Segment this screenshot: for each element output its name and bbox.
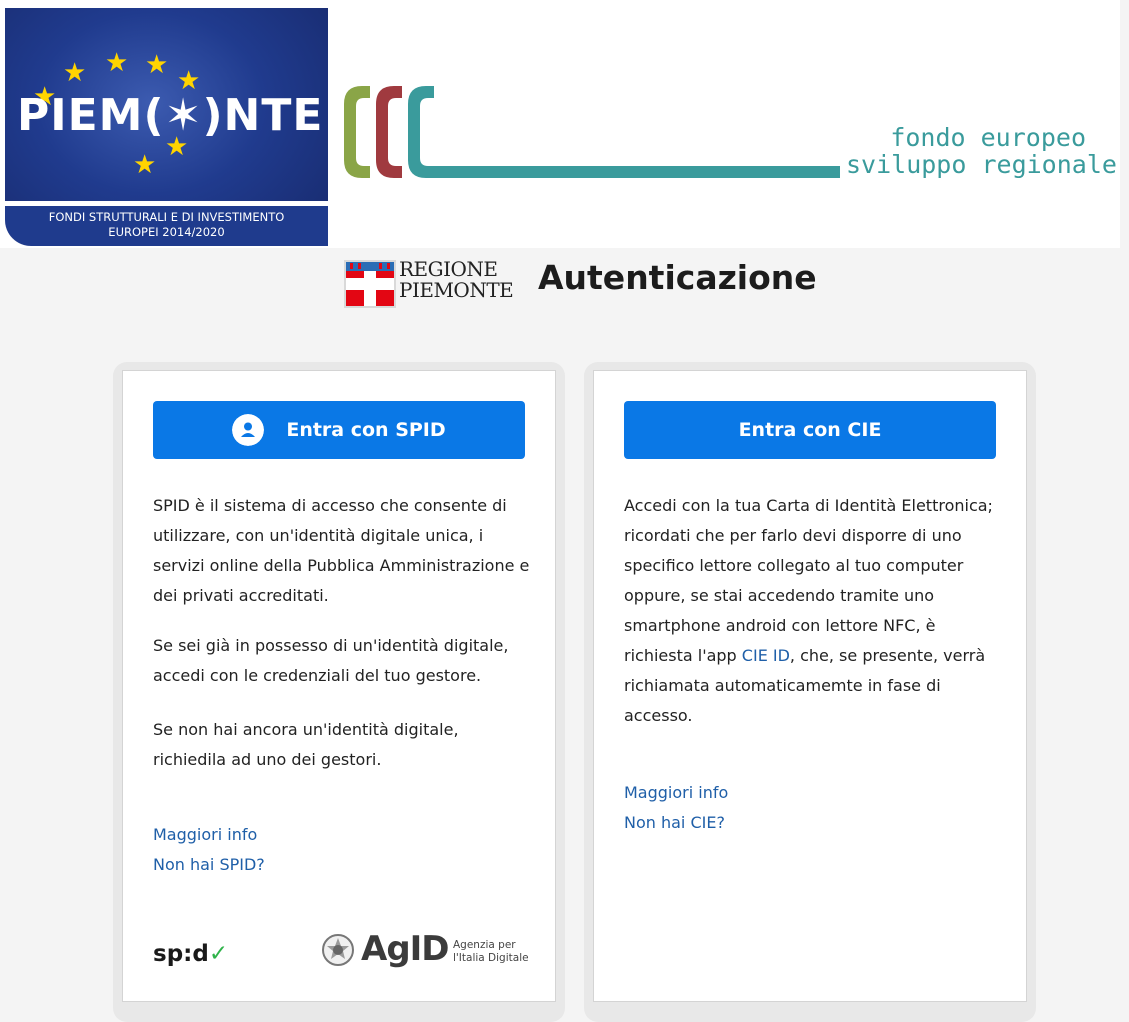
fondi-strutturali-caption: FONDI STRUTTURALI E DI INVESTIMENTO EURO… <box>5 206 328 246</box>
fesr-caption: fondo europeo sviluppo regionale <box>846 123 1117 179</box>
no-cie-link[interactable]: Non hai CIE? <box>624 813 725 832</box>
agid-caption: Agenzia per l'Italia Digitale <box>453 939 529 964</box>
spid-check-icon: ✓ <box>208 941 229 967</box>
banner: ★ ★ ★ ★ ★ ★ ★ PIEM(✶)NTE FONDI STRUTTURA… <box>0 0 1120 248</box>
spid-existing-identity-text: Se sei già in possesso di un'identità di… <box>153 636 509 685</box>
agid-wordmark: AgID <box>361 929 450 969</box>
spid-login-button[interactable]: Entra con SPID <box>153 401 525 459</box>
eu-star-icon: ★ <box>145 50 169 80</box>
piemonte-wordmark: PIEM(✶)NTE <box>17 90 324 141</box>
spid-description: SPID è il sistema di accesso che consent… <box>153 496 530 605</box>
regione-piemonte-logo: REGIONE PIEMONTE <box>344 257 514 310</box>
piemonte-fondi-strutturali-logo: ★ ★ ★ ★ ★ ★ ★ PIEM(✶)NTE FONDI STRUTTURA… <box>5 8 328 246</box>
cie-login-label: Entra con CIE <box>738 419 882 441</box>
eu-star-icon: ★ <box>63 58 87 88</box>
cie-login-button[interactable]: Entra con CIE <box>624 401 996 459</box>
page-title: Autenticazione <box>538 258 817 297</box>
agid-logo: AgID Agenzia per l'Italia Digitale <box>321 927 531 973</box>
no-spid-link[interactable]: Non hai SPID? <box>153 855 265 874</box>
eu-star-icon: ★ <box>133 150 157 180</box>
cie-id-app-link[interactable]: CIE ID <box>742 646 790 665</box>
piemonte-flag-icon <box>344 260 396 308</box>
user-icon <box>232 414 265 446</box>
regione-wordmark: REGIONE PIEMONTE <box>399 257 514 302</box>
spid-login-label: Entra con SPID <box>286 419 446 441</box>
spid-card: Entra con SPID SPID è il sistema di acce… <box>122 370 556 1002</box>
spid-more-info-link[interactable]: Maggiori info <box>153 825 257 844</box>
eu-star-icon: ★ <box>105 48 129 78</box>
cie-card: Entra con CIE Accedi con la tua Carta di… <box>593 370 1027 1002</box>
cie-more-info-link[interactable]: Maggiori info <box>624 783 728 802</box>
spid-no-identity-text: Se non hai ancora un'identità digitale, … <box>153 720 459 769</box>
italian-republic-emblem-icon <box>322 934 354 966</box>
cie-description: Accedi con la tua Carta di Identità Elet… <box>624 496 993 725</box>
spid-logo: sp:d✓ <box>153 941 229 967</box>
